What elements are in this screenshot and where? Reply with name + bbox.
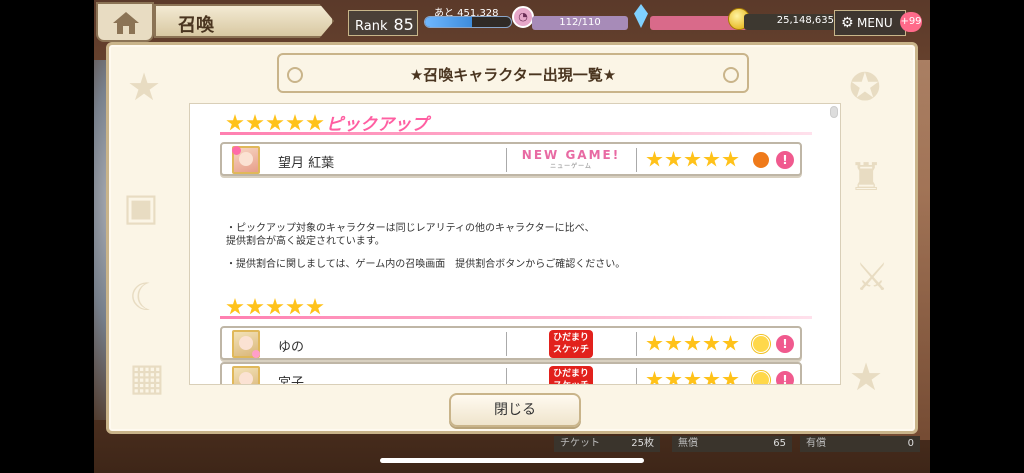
series-logo: NEW GAME! ニューゲーム xyxy=(512,146,630,174)
star-icon xyxy=(266,114,284,131)
screen-title: 召喚 xyxy=(178,15,214,36)
rank-box: Rank 85 xyxy=(348,10,418,36)
info-button[interactable]: ! xyxy=(776,371,794,384)
scrollbar-thumb[interactable] xyxy=(830,106,838,118)
section-underline xyxy=(220,316,812,319)
star-icon xyxy=(246,298,264,315)
free-gem-value: 65 xyxy=(773,438,786,449)
character-avatar xyxy=(232,146,260,174)
decor-chest-icon: ▣ xyxy=(123,185,159,229)
star-icon xyxy=(306,114,324,131)
character-name: ゆの xyxy=(278,340,305,355)
menu-label: MENU xyxy=(857,16,893,30)
fire-element-icon xyxy=(752,151,770,169)
character-row[interactable]: 望月 紅葉 NEW GAME! ニューゲーム ! xyxy=(220,142,802,176)
five-star-rating xyxy=(226,114,324,132)
coin-bar: 25,148,635 xyxy=(744,14,840,30)
coin-count: 25,148,635 xyxy=(776,15,834,26)
star-icon xyxy=(306,298,324,315)
close-button[interactable]: 閉じる xyxy=(449,393,581,427)
ticket-label: チケット xyxy=(560,438,600,449)
character-row[interactable]: ゆの ひだまりスケッチ ! xyxy=(220,326,802,360)
five-star-section-header xyxy=(220,296,820,320)
home-button[interactable] xyxy=(96,2,154,42)
modal-title: ★召喚キャラクター出現一覧★ xyxy=(409,66,617,84)
pickup-note-line-2: 提供割合が高く設定されています。 xyxy=(226,236,385,247)
star-icon xyxy=(226,298,244,315)
decor-wheel-icon: ✪ xyxy=(849,65,881,109)
series-logo-text: ひだまりスケッチ xyxy=(549,330,593,358)
home-icon xyxy=(113,12,139,34)
rank-value: 85 xyxy=(393,15,414,34)
character-name: 宮子 xyxy=(278,376,305,385)
decor-star-icon: ★ xyxy=(127,65,162,109)
info-button[interactable]: ! xyxy=(776,335,794,353)
ticket-counter: チケット 25枚 xyxy=(554,436,660,452)
stamina-clock-icon: ◔ xyxy=(512,6,534,28)
rate-note: ・提供割合に関しましては、ゲーム内の召喚画面 提供割合ボタンからご確認ください。 xyxy=(226,259,626,270)
paid-gem-label: 有償 xyxy=(806,438,826,449)
character-avatar xyxy=(232,366,260,384)
decor-moon-icon: ☾ xyxy=(129,275,164,319)
screen-title-plate: 召喚 xyxy=(154,4,334,38)
decor-witch-hat-icon: ★ xyxy=(849,355,884,399)
paid-gem-counter: 有償 0 xyxy=(800,436,920,452)
decor-hat-icon: ♜ xyxy=(849,155,884,199)
series-logo: ひだまりスケッチ xyxy=(512,330,630,358)
free-gem-label: 無償 xyxy=(678,438,698,449)
rank-label: Rank xyxy=(355,19,388,34)
exp-bar xyxy=(424,16,512,28)
light-element-icon xyxy=(752,335,770,353)
pickup-section-header: ピックアップ xyxy=(220,112,820,136)
gear-icon: ⚙ xyxy=(841,15,854,31)
five-star-rating xyxy=(226,298,324,316)
series-logo-subtext: ニューゲーム xyxy=(550,163,592,170)
star-icon xyxy=(286,114,304,131)
paid-gem-value: 0 xyxy=(907,438,914,449)
decor-calendar-icon: ▦ xyxy=(129,355,165,399)
scrollbar[interactable] xyxy=(830,106,838,384)
pickup-note-line-1: ・ピックアップ対象のキャラクターは同じレアリティの他のキャラクターに比べ、 xyxy=(226,223,595,234)
modal-header: ★召喚キャラクター出現一覧★ xyxy=(277,53,749,93)
rarity-stars xyxy=(646,151,739,168)
character-avatar xyxy=(232,330,260,358)
decor-sword-icon: ⚔ xyxy=(855,255,890,299)
menu-button[interactable]: ⚙ MENU xyxy=(834,10,906,36)
character-row[interactable]: 宮子 ひだまりスケッチ ! xyxy=(220,362,802,385)
character-list-panel[interactable]: ピックアップ 望月 紅葉 NEW GAME! ニューゲーム ! ・ピックアップ対象… xyxy=(189,103,841,385)
menu-badge: +99 xyxy=(900,12,922,32)
section-underline xyxy=(220,132,812,135)
series-logo-text: ひだまりスケッチ xyxy=(549,366,593,384)
free-gem-counter: 無償 65 xyxy=(672,436,792,452)
home-indicator[interactable] xyxy=(380,458,644,463)
series-logo-text: NEW GAME! xyxy=(521,148,621,162)
info-button[interactable]: ! xyxy=(776,151,794,169)
bottom-hud: チケット 25枚 無償 65 有償 0 xyxy=(94,434,930,456)
star-icon xyxy=(226,114,244,131)
rarity-stars xyxy=(646,335,739,352)
series-logo: ひだまりスケッチ xyxy=(512,366,630,384)
modal-title-text: 召喚キャラクター出現一覧 xyxy=(423,66,603,84)
summon-list-modal: ★ ▣ ☾ ▦ ✪ ♜ ⚔ ★ ★召喚キャラクター出現一覧★ ピックアップ 望月… xyxy=(106,42,918,434)
gem-icon xyxy=(634,4,648,28)
star-icon xyxy=(246,114,264,131)
stamina-bar[interactable]: 112/110 xyxy=(532,16,628,30)
rarity-stars xyxy=(646,371,739,384)
star-icon xyxy=(286,298,304,315)
exp-bar-fill xyxy=(425,17,473,27)
ticket-value: 25枚 xyxy=(631,438,654,449)
light-element-icon xyxy=(752,371,770,384)
top-hud: 召喚 Rank85 あと 451,328 ◔ 112/110 65 25,148… xyxy=(94,0,930,42)
character-name: 望月 紅葉 xyxy=(278,156,335,171)
star-icon xyxy=(266,298,284,315)
